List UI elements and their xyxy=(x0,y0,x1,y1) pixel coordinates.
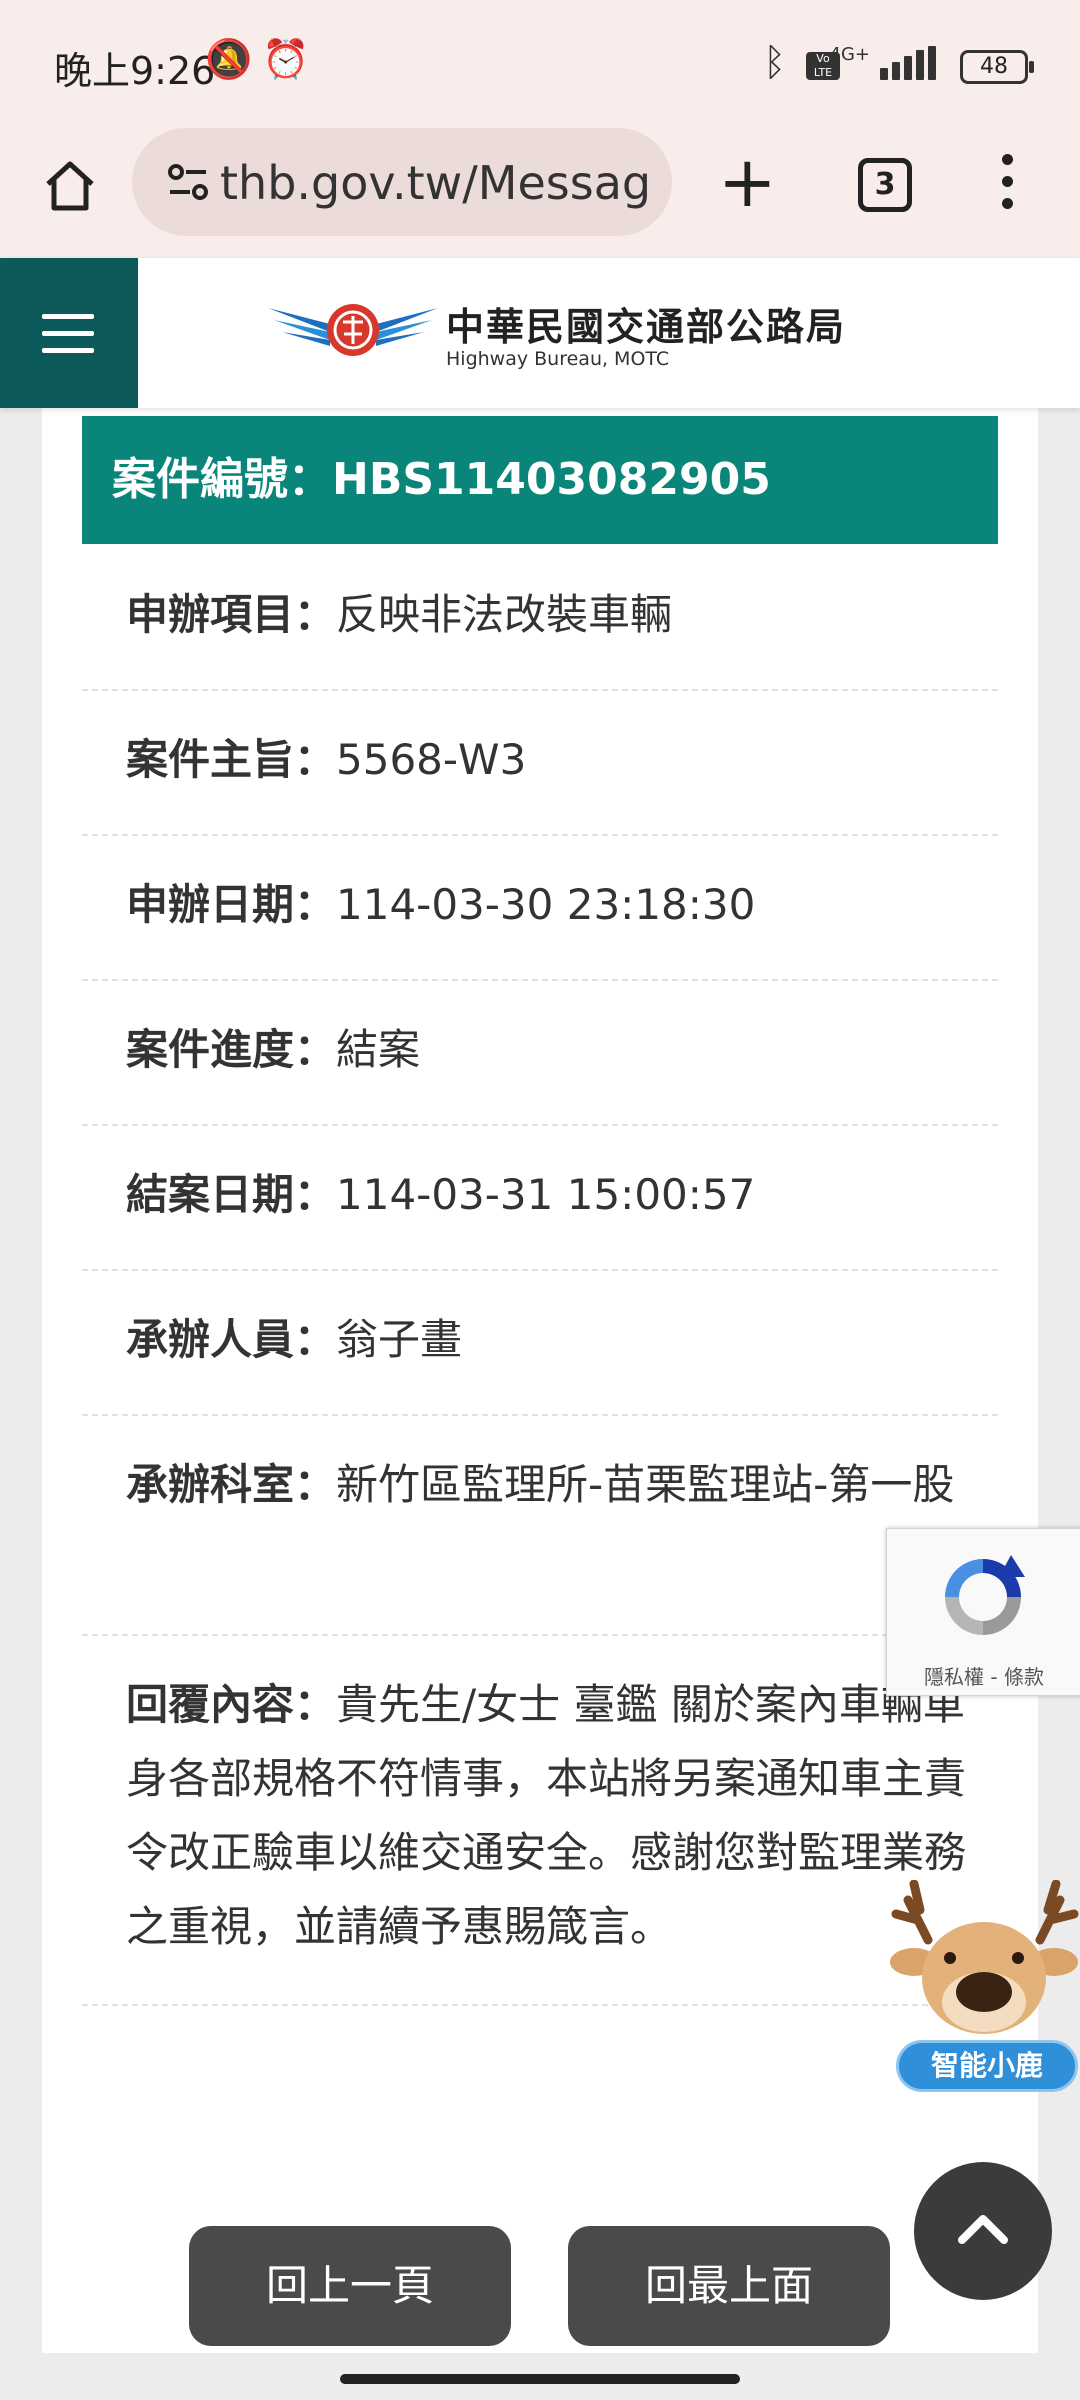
status-bar: 晚上9:26 🔕 ⏰ ᛒ Vo LTE 4G+ 48 xyxy=(0,0,1080,130)
gesture-home-indicator[interactable] xyxy=(340,2374,740,2384)
row-label: 承辦科室： xyxy=(126,1460,337,1509)
network-type: 4G+ xyxy=(829,44,870,65)
smart-deer-assistant[interactable]: 智能小鹿 xyxy=(888,1879,1080,2100)
row-value: 114-03-31 15:00:57 xyxy=(336,1170,756,1219)
browser-toolbar: thb.gov.tw/MessageFe + 3 xyxy=(0,128,1080,258)
recaptcha-icon xyxy=(945,1555,1025,1635)
row-value: 結案 xyxy=(336,1025,421,1074)
browser-chrome: 晚上9:26 🔕 ⏰ ᛒ Vo LTE 4G+ 48 thb.gov.tw/Me… xyxy=(0,0,1080,258)
row-label: 回覆內容： xyxy=(126,1680,337,1729)
status-time: 晚上9:26 xyxy=(54,49,216,93)
tab-switcher-button[interactable]: 3 xyxy=(858,158,912,212)
chevron-up-icon xyxy=(958,2215,1008,2244)
recaptcha-text[interactable]: 隱私權 - 條款 xyxy=(887,1661,1080,1690)
deer-mascot-icon xyxy=(890,1879,1079,2034)
hamburger-menu-button[interactable] xyxy=(0,258,138,408)
new-tab-button[interactable]: + xyxy=(718,147,777,217)
case-number: 案件編號：HBS11403082905 xyxy=(112,454,771,505)
highway-bureau-emblem-icon xyxy=(268,304,438,356)
address-bar[interactable]: thb.gov.tw/MessageFe xyxy=(132,128,672,236)
back-button[interactable]: 回上一頁 xyxy=(189,2226,511,2346)
site-logo[interactable]: 中華民國交通部公路局 Highway Bureau, MOTC xyxy=(268,296,844,376)
row-label: 申辦項目： xyxy=(126,590,337,639)
site-header: 中華民國交通部公路局 Highway Bureau, MOTC xyxy=(0,258,1080,408)
alarm-icon: ⏰ xyxy=(262,37,310,81)
row-label: 案件主旨： xyxy=(126,735,337,784)
home-icon[interactable] xyxy=(40,156,100,216)
case-row-item: 申辦項目：反映非法改裝車輛 xyxy=(82,544,998,691)
case-row-apply-date: 申辦日期：114-03-30 23:18:30 xyxy=(82,834,998,981)
signal-icon xyxy=(880,46,940,80)
battery-icon: 48 xyxy=(960,50,1034,84)
row-label: 結案日期： xyxy=(126,1170,337,1219)
site-name-en: Highway Bureau, MOTC xyxy=(446,348,670,370)
case-row-subject: 案件主旨：5568-W3 xyxy=(82,689,998,836)
case-number-header: 案件編號：HBS11403082905 xyxy=(82,416,998,544)
case-row-handler: 承辦人員：翁子畫 xyxy=(82,1269,998,1416)
case-row-progress: 案件進度：結案 xyxy=(82,979,998,1126)
assistant-label[interactable]: 智能小鹿 xyxy=(896,2040,1078,2092)
row-value: 5568-W3 xyxy=(336,735,527,784)
site-name-cn: 中華民國交通部公路局 xyxy=(446,305,847,349)
case-row-close-date: 結案日期：114-03-31 15:00:57 xyxy=(82,1124,998,1271)
row-value: 反映非法改裝車輛 xyxy=(336,590,673,639)
plus-icon: + xyxy=(718,141,777,223)
row-value: 114-03-30 23:18:30 xyxy=(336,880,756,929)
case-row-department: 承辦科室：新竹區監理所-苗栗監理站-第一股 xyxy=(82,1414,998,1636)
site-info-icon[interactable] xyxy=(166,162,210,202)
row-value: 翁子畫 xyxy=(336,1315,463,1364)
url-text[interactable]: thb.gov.tw/MessageFe xyxy=(220,156,650,210)
row-label: 案件進度： xyxy=(126,1025,337,1074)
mute-icon: 🔕 xyxy=(205,37,253,81)
scroll-top-text-button[interactable]: 回最上面 xyxy=(568,2226,890,2346)
row-label: 申辦日期： xyxy=(126,880,337,929)
bluetooth-icon: ᛒ xyxy=(763,40,786,84)
menu-dots-icon[interactable] xyxy=(1000,154,1014,214)
recaptcha-badge[interactable]: 隱私權 - 條款 xyxy=(886,1528,1080,1696)
row-label: 承辦人員： xyxy=(126,1315,337,1364)
scroll-to-top-button[interactable] xyxy=(914,2162,1052,2300)
case-row-reply: 回覆內容：貴先生/女士 臺鑑 關於案內車輛車身各部規格不符情事，本站將另案通知車… xyxy=(82,1634,998,2006)
row-value: 新竹區監理所-苗栗監理站-第一股 xyxy=(336,1460,955,1509)
